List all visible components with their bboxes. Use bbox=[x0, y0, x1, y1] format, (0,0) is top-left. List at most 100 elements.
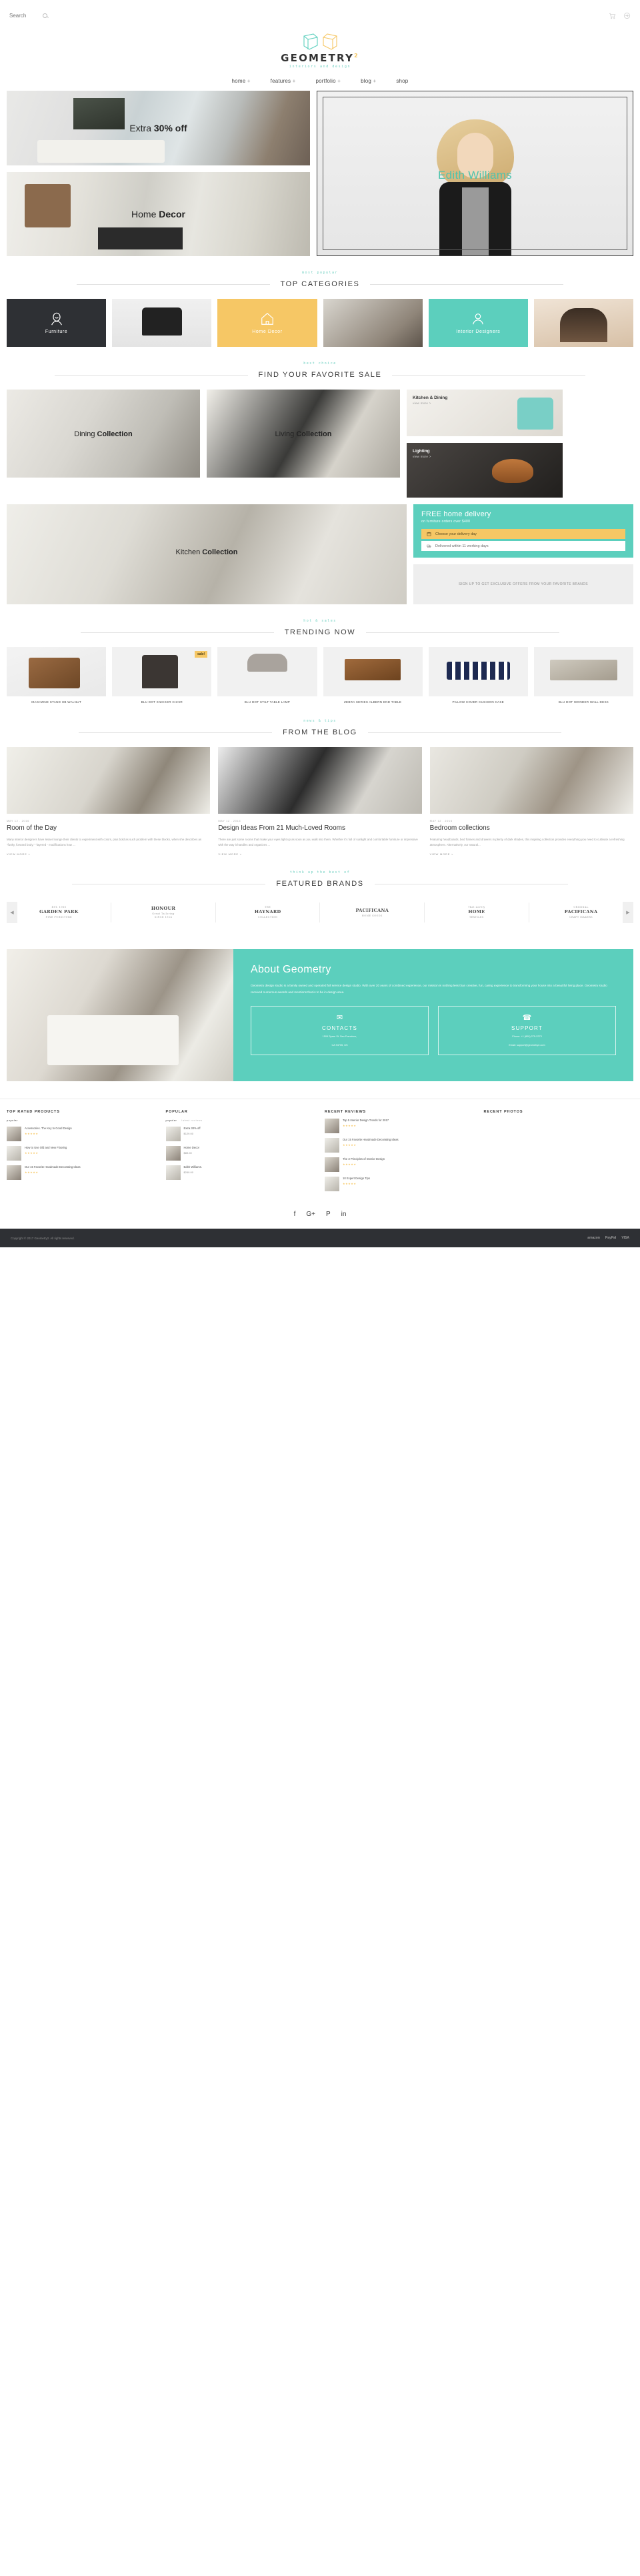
item-title[interactable]: Home Decor bbox=[184, 1146, 200, 1150]
post-title[interactable]: Bedroom collections bbox=[430, 824, 633, 833]
category-chair-photo[interactable] bbox=[112, 299, 212, 347]
list-item[interactable]: Our 15 Favorite Handmade Decorating Idea… bbox=[325, 1138, 475, 1153]
product-image[interactable] bbox=[428, 647, 528, 696]
brands-next-button[interactable]: ▶ bbox=[623, 902, 633, 924]
sale-card-dining[interactable]: Dining Collection bbox=[7, 390, 200, 478]
item-rating: ★★★★★ bbox=[25, 1132, 39, 1136]
list-item[interactable]: Extra 30% off $129.00 bbox=[165, 1127, 316, 1142]
product-card[interactable]: PILLOW COVER CUSHION CASE bbox=[428, 647, 528, 704]
search-box[interactable] bbox=[9, 12, 47, 19]
search-input[interactable] bbox=[9, 12, 40, 19]
product-card[interactable]: sale! BLU DOT KNICKER CHAIR bbox=[112, 647, 212, 704]
post-image[interactable] bbox=[7, 747, 211, 814]
pinterest-icon[interactable]: P bbox=[326, 1211, 331, 1218]
login-icon[interactable] bbox=[623, 12, 631, 19]
main-nav[interactable]: home + features + portfolio + blog + sho… bbox=[0, 74, 640, 91]
item-title[interactable]: Extra 30% off bbox=[184, 1127, 201, 1131]
product-card[interactable]: MAGAZINE STAND HB WALNUT bbox=[7, 647, 107, 704]
logo-area[interactable]: GEOMETRY2 interiors and design bbox=[0, 31, 640, 74]
item-title[interactable]: Edith Williams. bbox=[184, 1165, 202, 1169]
brand-bottom: HOME GOODS bbox=[361, 914, 383, 917]
blog-post[interactable]: MAY 12 . 2016 Room of the Day Many inter… bbox=[7, 747, 211, 856]
newsletter-signup[interactable]: SIGN UP TO GET EXCLUSIVE OFFERS FROM YOU… bbox=[413, 564, 633, 604]
item-title[interactable]: Our 15 Favorite Handmade Decorating Idea… bbox=[25, 1165, 81, 1169]
sale-card-lighting[interactable]: Lighting view more > bbox=[407, 443, 563, 498]
google-plus-icon[interactable]: G+ bbox=[306, 1211, 315, 1218]
nav-item-portfolio[interactable]: portfolio + bbox=[315, 78, 341, 84]
list-item[interactable]: The 3 Principles of Interior Design ★★★★… bbox=[325, 1157, 475, 1173]
contacts-card[interactable]: ✉ CONTACTS 1509 Spare St. San Francisco,… bbox=[251, 1006, 429, 1055]
list-item[interactable]: Accessories. The Key to Good Design ★★★★… bbox=[7, 1127, 157, 1142]
search-icon[interactable] bbox=[43, 13, 47, 18]
sale-card-living[interactable]: Living Collection bbox=[207, 390, 400, 478]
post-read-more-link[interactable]: VIEW MORE > bbox=[7, 852, 210, 856]
facebook-icon[interactable]: f bbox=[294, 1211, 296, 1218]
promo-delivery-day[interactable]: Choose your delivery day bbox=[421, 529, 625, 539]
product-card[interactable]: ZEBRA SERIES ALBERN END TABLE bbox=[323, 647, 423, 704]
category-girl-photo[interactable] bbox=[533, 299, 634, 347]
post-title[interactable]: Room of the Day bbox=[7, 824, 210, 833]
kitchen-dining-link[interactable]: view more > bbox=[413, 402, 447, 405]
hero-tile-home-decor[interactable]: Home Decor bbox=[7, 172, 310, 256]
lighting-link[interactable]: view more > bbox=[413, 455, 431, 458]
category-furniture[interactable]: Furniture bbox=[7, 299, 107, 347]
brand-logo[interactable]: That Lovely HOME TEXTILES bbox=[451, 898, 503, 926]
brands-prev-button[interactable]: ◀ bbox=[7, 902, 17, 924]
post-image[interactable] bbox=[429, 747, 633, 814]
list-item[interactable]: Our 15 Favorite Handmade Decorating Idea… bbox=[7, 1165, 157, 1181]
support-line1: Phone: +1 (800) 275-2273 bbox=[512, 1035, 542, 1039]
product-card[interactable]: BLU DOT WONDER WALL DESK bbox=[533, 647, 634, 704]
product-image[interactable] bbox=[323, 647, 423, 696]
brand-logo[interactable]: HONOUR Great Tailoring SINCE 1924 bbox=[137, 898, 189, 926]
hero-tile-extra-off[interactable]: Extra 30% off bbox=[7, 91, 310, 165]
footer-tabs[interactable]: popular latest reviews bbox=[166, 1119, 316, 1122]
item-title[interactable]: Accessories. The Key to Good Design bbox=[25, 1127, 72, 1131]
post-read-more-link[interactable]: VIEW MORE > bbox=[430, 852, 633, 856]
logo-title[interactable]: GEOMETRY2 bbox=[0, 52, 640, 64]
product-image[interactable]: sale! bbox=[112, 647, 212, 696]
room-pre: Kitchen bbox=[175, 548, 203, 556]
category-interior-designers[interactable]: Interior Designers bbox=[428, 299, 528, 347]
category-room-photo[interactable] bbox=[323, 299, 423, 347]
list-item[interactable]: How to Use Old and New Flooring ★★★★★ bbox=[7, 1146, 157, 1161]
sale-card-kitchen-collection[interactable]: Kitchen Collection bbox=[7, 504, 407, 604]
product-image[interactable] bbox=[217, 647, 317, 696]
brand-logo[interactable]: THE HAYNARD COLLECTION bbox=[242, 898, 294, 926]
nav-item-features[interactable]: features + bbox=[271, 78, 296, 84]
product-image[interactable] bbox=[7, 647, 107, 696]
cart-icon[interactable] bbox=[609, 12, 616, 19]
nav-item-home[interactable]: home + bbox=[232, 78, 251, 84]
sale-card-kitchen-dining[interactable]: Kitchen & Dining view more > bbox=[407, 390, 563, 436]
linkedin-icon[interactable]: in bbox=[341, 1211, 347, 1218]
item-title[interactable]: How to Use Old and New Flooring bbox=[25, 1146, 67, 1150]
blog-post[interactable]: MAY 12 . 2016 Bedroom collections Featur… bbox=[429, 747, 633, 856]
list-item[interactable]: Edith Williams. $240.00 bbox=[165, 1165, 316, 1181]
product-image[interactable] bbox=[533, 647, 634, 696]
item-title[interactable]: Our 15 Favorite Handmade Decorating Idea… bbox=[343, 1138, 399, 1142]
footer-tab[interactable]: popular bbox=[7, 1119, 18, 1122]
brand-logo[interactable]: PACIFICANA HOME GOODS bbox=[346, 898, 398, 926]
footer-tab[interactable]: latest reviews bbox=[181, 1119, 202, 1122]
item-title[interactable]: The 3 Principles of Interior Design bbox=[343, 1157, 385, 1161]
item-title[interactable]: Top 5 Interior Design Trends for 2017 bbox=[343, 1119, 389, 1123]
nav-item-blog[interactable]: blog + bbox=[361, 78, 376, 84]
footer-tabs[interactable]: popular bbox=[7, 1119, 157, 1122]
list-item[interactable]: Top 5 Interior Design Trends for 2017 ★★… bbox=[325, 1119, 475, 1134]
post-image[interactable] bbox=[218, 747, 422, 814]
footer-tab[interactable]: popular bbox=[166, 1119, 177, 1122]
brand-logo[interactable]: ORIGINAL PACIFICANA CRAFT MAKERS bbox=[555, 898, 607, 926]
post-title[interactable]: Design Ideas From 21 Much-Loved Rooms bbox=[218, 824, 421, 833]
product-card[interactable]: BLU DOT STILT TABLE LAMP bbox=[217, 647, 317, 704]
list-item[interactable]: Home Decor $89.00 bbox=[165, 1146, 316, 1161]
post-read-more-link[interactable]: VIEW MORE > bbox=[218, 852, 421, 856]
free-delivery-promo[interactable]: FREE home delivery on furniture orders o… bbox=[413, 504, 633, 558]
hero-model-banner[interactable]: Edith Williams bbox=[317, 91, 633, 256]
support-card[interactable]: ☎ SUPPORT Phone: +1 (800) 275-2273 Email… bbox=[438, 1006, 616, 1055]
brand-logo[interactable]: EST. 1968 GARDEN PARK FINE FURNITURE bbox=[33, 898, 85, 926]
brand-bottom: SINCE 1924 bbox=[154, 916, 173, 919]
category-home-decor[interactable]: Home Decor bbox=[217, 299, 317, 347]
list-item[interactable]: 10 Expert Design Tips ★★★★★ bbox=[325, 1177, 475, 1192]
item-title[interactable]: 10 Expert Design Tips bbox=[343, 1177, 370, 1181]
blog-post[interactable]: MAY 12 . 2016 Design Ideas From 21 Much-… bbox=[218, 747, 422, 856]
nav-item-shop[interactable]: shop bbox=[396, 78, 408, 84]
